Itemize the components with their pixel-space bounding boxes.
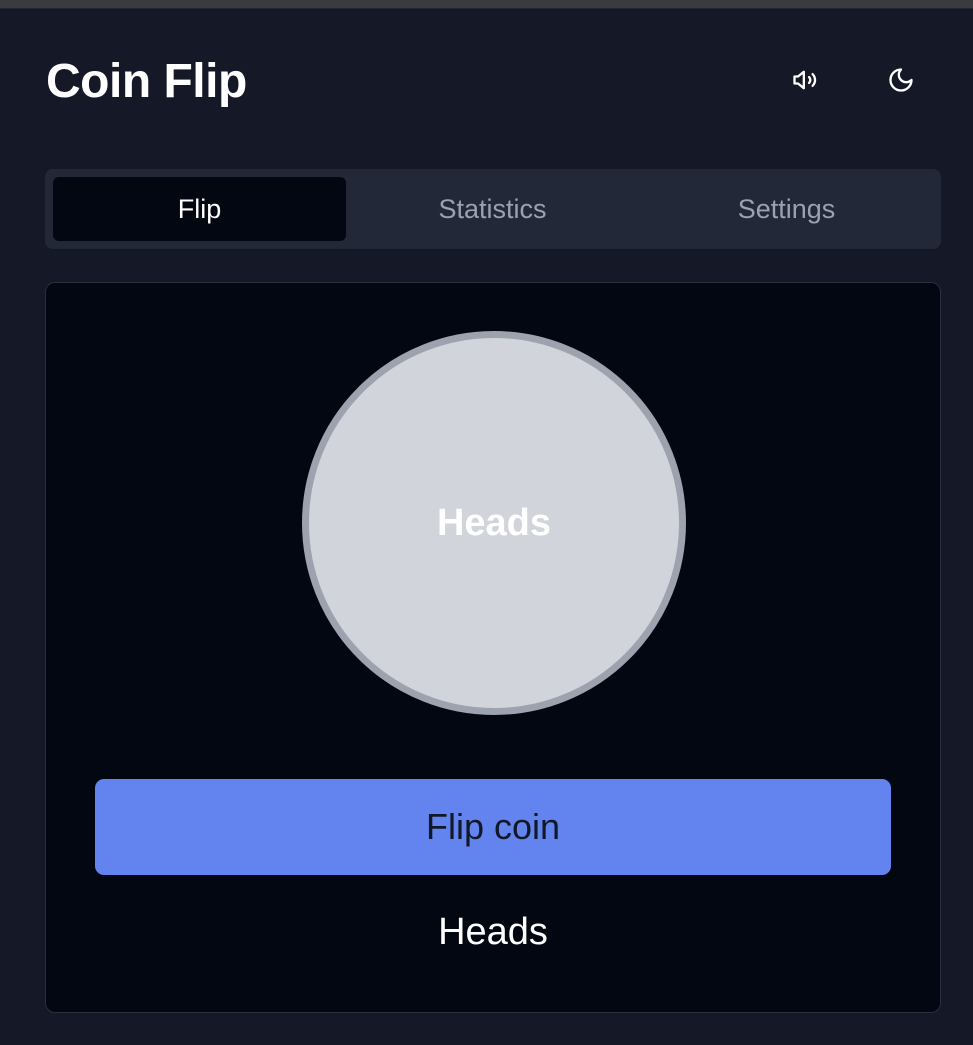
flip-coin-button[interactable]: Flip coin (95, 779, 891, 875)
coin-face-label: Heads (436, 501, 552, 544)
volume-icon (793, 70, 817, 90)
moon-icon (889, 68, 913, 92)
tab-statistics[interactable]: Statistics (346, 177, 639, 241)
flip-panel: Heads Flip coin Heads (45, 282, 941, 1013)
app-container: Coin Flip Flip Statistics Settings Heads… (0, 9, 973, 1045)
tab-settings[interactable]: Settings (640, 177, 933, 241)
tab-bar: Flip Statistics Settings (45, 169, 941, 249)
theme-toggle-button[interactable] (879, 58, 923, 102)
sound-toggle-button[interactable] (783, 58, 827, 102)
coin[interactable]: Heads (302, 331, 686, 715)
page-title: Coin Flip (46, 55, 247, 108)
result-text: Heads (438, 911, 548, 953)
window-top-bar (0, 0, 973, 9)
tab-flip[interactable]: Flip (53, 177, 346, 241)
